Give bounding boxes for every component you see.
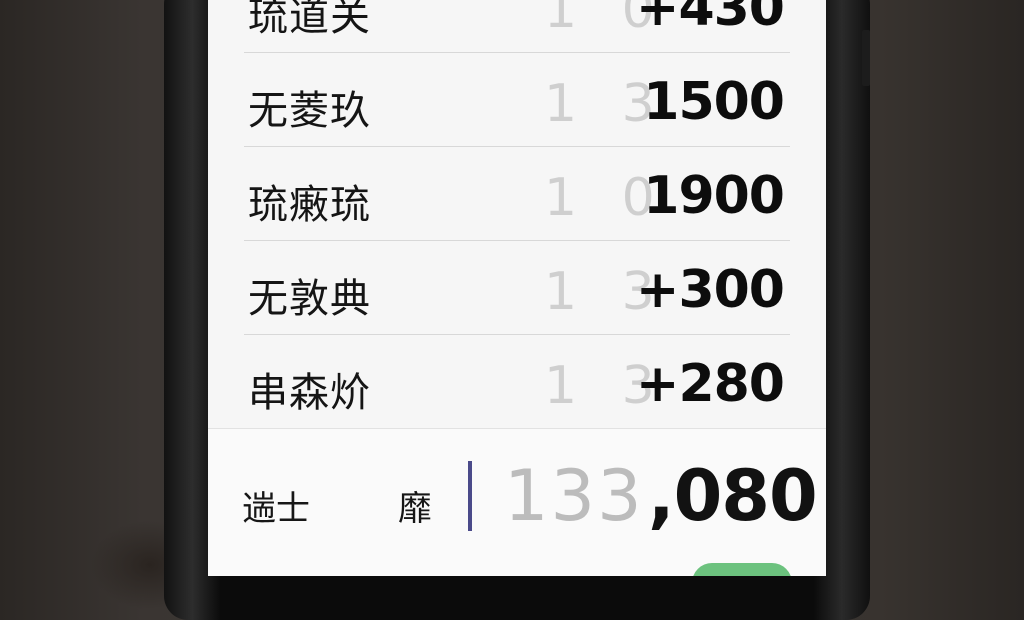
total-amount: ,080 — [648, 455, 818, 537]
total-label: 遄士 — [242, 489, 310, 529]
row-amount: 1900 — [643, 166, 785, 226]
row-amount: +280 — [635, 354, 785, 414]
phone-side-button — [862, 30, 870, 86]
row-label: 琉瘷琉 — [248, 182, 371, 228]
list-item[interactable]: 琉道关 1 0 +430 — [244, 0, 790, 53]
list-item[interactable]: 串森炌 1 3 +280 — [244, 334, 790, 429]
total-ghost-digits: 133 — [504, 455, 644, 537]
row-amount: 1500 — [643, 72, 785, 132]
row-amount: +430 — [635, 0, 785, 38]
row-label: 串森炌 — [248, 370, 371, 416]
list-item[interactable]: 无敦典 1 3 +300 — [244, 240, 790, 335]
row-amount: +300 — [635, 260, 785, 320]
toggle-switch[interactable] — [692, 563, 792, 576]
text-cursor — [468, 461, 472, 531]
total-sub-label: 靡 — [398, 489, 432, 529]
list-item[interactable]: 琉瘷琉 1 0 1900 — [244, 146, 790, 241]
total-summary: 遄士 靡 133 ,080 — [208, 428, 826, 576]
phone-screen: 琉道关 1 0 +430 无菱玖 1 3 1500 琉瘷琉 1 0 1900 无… — [208, 0, 826, 576]
row-label: 无菱玖 — [248, 88, 371, 134]
row-label: 琉道关 — [248, 0, 371, 40]
list-item[interactable]: 无菱玖 1 3 1500 — [244, 52, 790, 147]
row-label: 无敦典 — [248, 276, 371, 322]
